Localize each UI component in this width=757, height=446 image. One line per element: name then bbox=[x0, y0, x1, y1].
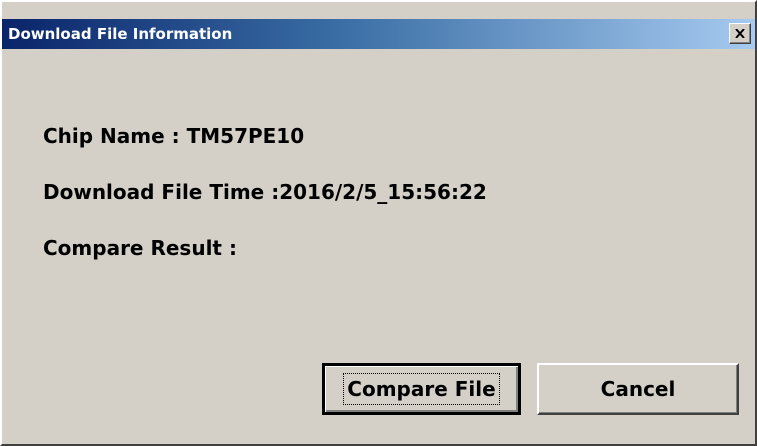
close-x-icon bbox=[735, 29, 745, 38]
close-button[interactable] bbox=[729, 23, 751, 44]
window-title: Download File Information bbox=[8, 25, 233, 43]
compare-file-button[interactable]: Compare File bbox=[322, 363, 521, 415]
download-file-time-label: Download File Time :2016/2/5_15:56:22 bbox=[43, 180, 487, 204]
title-bar[interactable]: Download File Information bbox=[2, 19, 755, 49]
cancel-button-label: Cancel bbox=[600, 377, 676, 401]
compare-file-button-label: Compare File bbox=[343, 373, 500, 405]
chip-name-label: Chip Name : TM57PE10 bbox=[43, 124, 305, 148]
compare-result-label: Compare Result : bbox=[43, 236, 237, 260]
download-file-information-dialog: Download File Information Chip Name : TM… bbox=[0, 0, 757, 446]
cancel-button[interactable]: Cancel bbox=[537, 363, 739, 415]
